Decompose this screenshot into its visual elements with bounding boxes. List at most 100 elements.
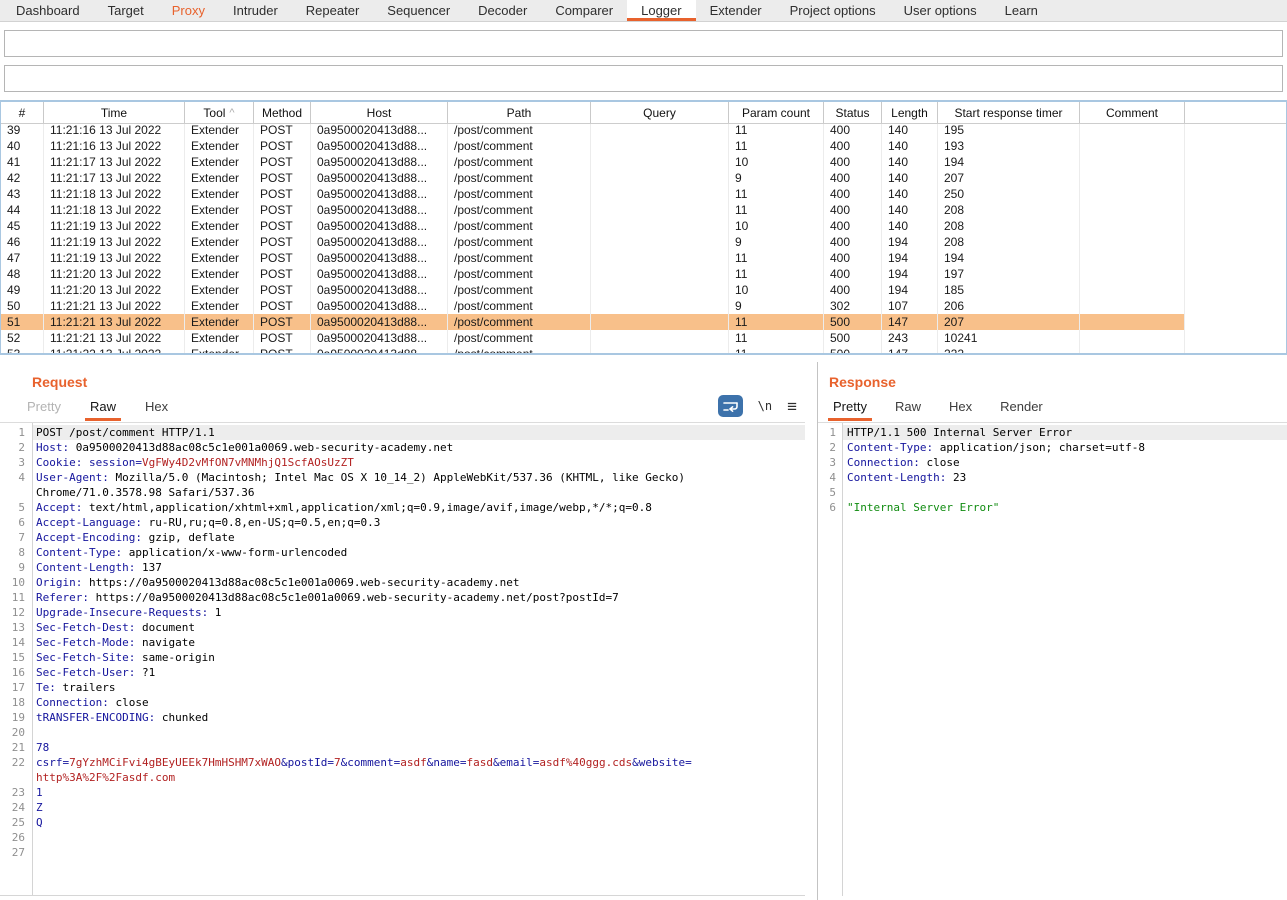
request-editor[interactable]: 1POST /post/comment HTTP/1.12Host: 0a950…	[0, 422, 805, 896]
column-header-host[interactable]: Host	[311, 102, 448, 123]
column-header-blank[interactable]: #	[1, 102, 44, 123]
table-row-47[interactable]: 4711:21:19 13 Jul 2022ExtenderPOST0a9500…	[1, 250, 1185, 266]
menu-item-sequencer[interactable]: Sequencer	[373, 0, 464, 21]
column-header-tool[interactable]: Tool^	[185, 102, 254, 123]
menu-item-comparer[interactable]: Comparer	[541, 0, 627, 21]
table-row-51[interactable]: 5111:21:21 13 Jul 2022ExtenderPOST0a9500…	[1, 314, 1185, 330]
column-header-status[interactable]: Status	[824, 102, 882, 123]
cell-time: 11:21:21 13 Jul 2022	[44, 314, 185, 330]
token: Host:	[36, 441, 69, 454]
menu-item-extender[interactable]: Extender	[696, 0, 776, 21]
table-row-43[interactable]: 4311:21:18 13 Jul 2022ExtenderPOST0a9500…	[1, 186, 1185, 202]
table-row-45[interactable]: 4511:21:19 13 Jul 2022ExtenderPOST0a9500…	[1, 218, 1185, 234]
table-row-44[interactable]: 4411:21:18 13 Jul 2022ExtenderPOST0a9500…	[1, 202, 1185, 218]
token: Referer:	[36, 591, 89, 604]
token: 7	[334, 756, 341, 769]
response-tab-hex[interactable]: Hex	[944, 399, 977, 421]
request-tab-hex[interactable]: Hex	[140, 399, 173, 421]
column-header-method[interactable]: Method	[254, 102, 311, 123]
request-line-25: 25Q	[0, 815, 805, 830]
cell-start-response-timer: 194	[938, 154, 1080, 170]
column-header-length[interactable]: Length	[882, 102, 938, 123]
menu-item-learn[interactable]: Learn	[991, 0, 1052, 21]
column-header-path[interactable]: Path	[448, 102, 591, 123]
token: Z	[36, 801, 43, 814]
request-tab-pretty[interactable]: Pretty	[22, 399, 66, 421]
column-header-query[interactable]: Query	[591, 102, 729, 123]
cell-path: /post/comment	[448, 170, 591, 186]
cell-time: 11:21:16 13 Jul 2022	[44, 124, 185, 138]
request-line-2: 2Host: 0a9500020413d88ac08c5c1e001a0069.…	[0, 440, 805, 455]
token: gzip, deflate	[142, 531, 235, 544]
response-tab-render[interactable]: Render	[995, 399, 1048, 421]
menu-item-decoder[interactable]: Decoder	[464, 0, 541, 21]
token: Content-Length:	[36, 561, 135, 574]
line-number: 21	[0, 740, 32, 755]
table-row-48[interactable]: 4811:21:20 13 Jul 2022ExtenderPOST0a9500…	[1, 266, 1185, 282]
cell-tool: Extender	[185, 346, 254, 353]
cell-tool: Extender	[185, 298, 254, 314]
menu-item-repeater[interactable]: Repeater	[292, 0, 373, 21]
table-row-52[interactable]: 5211:21:21 13 Jul 2022ExtenderPOST0a9500…	[1, 330, 1185, 346]
view-filter-bar[interactable]: View filter: Showing all items	[4, 65, 1283, 92]
token: application/x-www-form-urlencoded	[122, 546, 347, 559]
menu-item-user-options[interactable]: User options	[890, 0, 991, 21]
line-number: 6	[818, 500, 842, 515]
table-row-49[interactable]: 4911:21:20 13 Jul 2022ExtenderPOST0a9500…	[1, 282, 1185, 298]
line-number: 2	[0, 440, 32, 455]
cell-tool: Extender	[185, 186, 254, 202]
cell-query	[591, 298, 729, 314]
menu-item-logger[interactable]: Logger	[627, 0, 695, 21]
table-row-53[interactable]: 5311:21:22 13 Jul 2022ExtenderPOST0a9500…	[1, 346, 1185, 353]
column-label: Time	[101, 106, 127, 120]
table-body[interactable]: 3911:21:16 13 Jul 2022ExtenderPOST0a9500…	[1, 124, 1286, 353]
table-row-39[interactable]: 3911:21:16 13 Jul 2022ExtenderPOST0a9500…	[1, 124, 1185, 138]
table-row-50[interactable]: 5011:21:21 13 Jul 2022ExtenderPOST0a9500…	[1, 298, 1185, 314]
response-tab-pretty[interactable]: Pretty	[828, 399, 872, 421]
table-row-46[interactable]: 4611:21:19 13 Jul 2022ExtenderPOST0a9500…	[1, 234, 1185, 250]
cell-tool: Extender	[185, 218, 254, 234]
editor-menu-icon[interactable]: ≡	[787, 398, 797, 415]
table-row-42[interactable]: 4211:21:17 13 Jul 2022ExtenderPOST0a9500…	[1, 170, 1185, 186]
request-line-8: 8Content-Type: application/x-www-form-ur…	[0, 545, 805, 560]
table-row-40[interactable]: 4011:21:16 13 Jul 2022ExtenderPOST0a9500…	[1, 138, 1185, 154]
cell-comment	[1080, 234, 1185, 250]
cell-tool: Extender	[185, 124, 254, 138]
cell-host: 0a9500020413d88...	[311, 186, 448, 202]
table-row-41[interactable]: 4111:21:17 13 Jul 2022ExtenderPOST0a9500…	[1, 154, 1185, 170]
line-number: 13	[0, 620, 32, 635]
column-header-comment[interactable]: Comment	[1080, 102, 1185, 123]
line-number: 12	[0, 605, 32, 620]
cell-comment	[1080, 298, 1185, 314]
response-tab-raw[interactable]: Raw	[890, 399, 926, 421]
request-line-18: 18Connection: close	[0, 695, 805, 710]
cell-blank: 53	[1, 346, 44, 353]
cell-start-response-timer: 207	[938, 314, 1080, 330]
menu-item-proxy[interactable]: Proxy	[158, 0, 219, 21]
line-number: 3	[0, 455, 32, 470]
cell-path: /post/comment	[448, 266, 591, 282]
response-editor[interactable]: 1HTTP/1.1 500 Internal Server Error2Cont…	[818, 422, 1287, 896]
menu-item-dashboard[interactable]: Dashboard	[2, 0, 94, 21]
newline-icon[interactable]: \n	[758, 399, 772, 413]
menu-item-project-options[interactable]: Project options	[776, 0, 890, 21]
menu-item-target[interactable]: Target	[94, 0, 158, 21]
column-header-start-response-timer[interactable]: Start response timer	[938, 102, 1080, 123]
capture-filter-bar[interactable]: Capture filter: Logger memory limit set …	[4, 30, 1283, 57]
cell-blank: 42	[1, 170, 44, 186]
token: https://0a9500020413d88ac08c5c1e001a0069…	[89, 591, 619, 604]
line-number: 23	[0, 785, 32, 800]
column-header-param-count[interactable]: Param count	[729, 102, 824, 123]
menu-item-intruder[interactable]: Intruder	[219, 0, 292, 21]
cell-host: 0a9500020413d88...	[311, 154, 448, 170]
token: trailers	[56, 681, 116, 694]
request-line-15: 15Sec-Fetch-Site: same-origin	[0, 650, 805, 665]
cell-start-response-timer: 250	[938, 186, 1080, 202]
token: same-origin	[135, 651, 214, 664]
column-header-time[interactable]: Time	[44, 102, 185, 123]
cell-path: /post/comment	[448, 202, 591, 218]
word-wrap-icon[interactable]	[718, 395, 743, 417]
cell-time: 11:21:18 13 Jul 2022	[44, 202, 185, 218]
cell-comment	[1080, 138, 1185, 154]
request-tab-raw[interactable]: Raw	[85, 399, 121, 421]
